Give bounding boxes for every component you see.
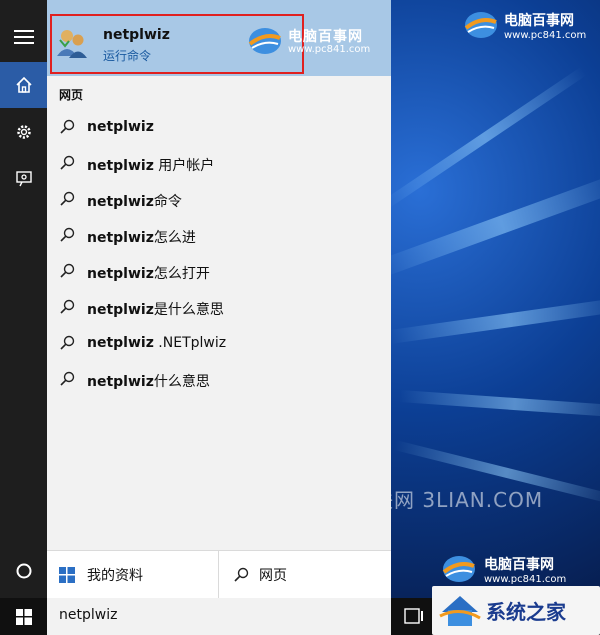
pc841-logo-icon	[442, 556, 475, 582]
best-match-title: netplwiz	[103, 27, 170, 43]
web-result-item[interactable]: netplwiz怎么打开	[47, 254, 391, 290]
watermark-name: 电脑百事网	[484, 557, 554, 573]
search-icon	[60, 227, 75, 242]
web-section-label: 网页	[59, 88, 84, 102]
tab-web[interactable]: 网页	[233, 551, 287, 599]
windows-logo-icon	[59, 567, 75, 583]
tab-divider	[218, 551, 219, 599]
task-view-icon[interactable]	[402, 604, 426, 628]
pc841-watermark-panel: 电脑百事网 www.pc841.com	[246, 22, 386, 62]
web-result-text: netplwiz 用户帐户	[87, 158, 215, 174]
light-beam	[389, 296, 600, 344]
watermark-url: www.pc841.com	[504, 30, 587, 41]
web-result-text: netplwiz命令	[87, 194, 182, 210]
search-icon	[60, 335, 75, 350]
search-icon	[60, 191, 75, 206]
pc841-logo-icon	[464, 12, 497, 38]
light-beam	[399, 390, 600, 419]
web-result-item[interactable]: netplwiz	[47, 110, 391, 146]
xitongzhijia-watermark: 系统之家	[432, 586, 600, 635]
feedback-button[interactable]	[0, 156, 47, 202]
best-match-subtitle: 运行命令	[103, 49, 152, 63]
pc841-watermark-top: 电脑百事网 www.pc841.com	[462, 6, 600, 46]
cortana-circle-icon	[16, 563, 31, 579]
gear-icon	[16, 125, 31, 139]
search-results-panel: netplwiz 运行命令 电脑百事网 www.pc841.com 网页 net…	[47, 0, 391, 599]
web-result-item[interactable]: netplwiz是什么意思	[47, 290, 391, 326]
hamburger-menu-button[interactable]	[0, 14, 47, 60]
search-icon	[60, 299, 75, 314]
light-beam	[382, 66, 587, 210]
home-icon	[15, 76, 32, 93]
web-result-text: netplwiz怎么打开	[87, 266, 210, 282]
watermark-name: 电脑百事网	[504, 13, 574, 29]
windows-logo-icon	[15, 608, 32, 625]
search-icon	[60, 155, 75, 170]
search-icon	[60, 263, 75, 278]
tab-my-stuff[interactable]: 我的资料	[59, 551, 143, 599]
web-result-item[interactable]: netplwiz什么意思	[47, 362, 391, 398]
search-icon	[234, 567, 249, 582]
web-result-text: netplwiz什么意思	[87, 374, 210, 390]
tab-web-label: 网页	[259, 568, 287, 584]
xitongzhijia-text: 系统之家	[486, 600, 566, 624]
watermark-name: 电脑百事网	[288, 29, 363, 45]
web-result-item[interactable]: netplwiz怎么进	[47, 218, 391, 254]
tab-my-stuff-label: 我的资料	[87, 568, 143, 584]
web-result-text: netplwiz怎么进	[87, 230, 196, 246]
web-result-text: netplwiz	[87, 119, 154, 135]
web-result-item[interactable]: netplwiz 用户帐户	[47, 146, 391, 182]
web-result-text: netplwiz是什么意思	[87, 302, 224, 318]
watermark-url: www.pc841.com	[288, 44, 371, 55]
feedback-icon	[15, 171, 32, 187]
home-button[interactable]	[0, 62, 47, 108]
search-icon	[60, 371, 75, 386]
cortana-button[interactable]	[0, 548, 47, 594]
search-scope-tabs: 我的资料 网页	[47, 550, 391, 599]
pc841-logo-icon	[248, 28, 281, 54]
user-accounts-icon	[57, 30, 87, 58]
search-query-text: netplwiz	[59, 607, 118, 623]
hamburger-icon	[13, 30, 34, 44]
web-result-item[interactable]: netplwiz命令	[47, 182, 391, 218]
web-result-text: netplwiz .NETplwiz	[87, 335, 227, 351]
start-left-rail	[0, 0, 47, 598]
start-button[interactable]	[0, 598, 47, 635]
settings-button[interactable]	[0, 109, 47, 155]
search-icon	[60, 119, 75, 134]
pc841-watermark-bottom: 电脑百事网 www.pc841.com	[440, 550, 600, 588]
web-result-item[interactable]: netplwiz .NETplwiz	[47, 326, 391, 362]
taskbar-search-input[interactable]: netplwiz	[47, 598, 391, 635]
best-match-item[interactable]: netplwiz 运行命令 电脑百事网 www.pc841.com	[47, 0, 391, 76]
watermark-url: www.pc841.com	[484, 574, 567, 585]
house-logo-icon	[439, 596, 481, 626]
